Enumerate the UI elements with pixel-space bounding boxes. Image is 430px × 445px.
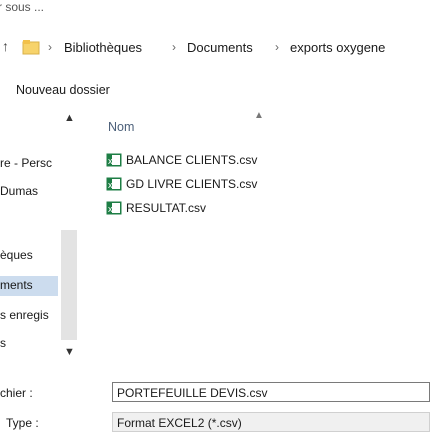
svg-text:x: x	[108, 156, 113, 166]
file-item[interactable]: x RESULTAT.csv	[106, 200, 206, 218]
file-item[interactable]: x GD LIVRE CLIENTS.csv	[106, 176, 257, 194]
breadcrumb-bibliotheques[interactable]: Bibliothèques	[64, 40, 142, 55]
svg-text:x: x	[108, 204, 113, 214]
folder-icon	[22, 40, 40, 55]
breadcrumb-separator-icon: ›	[48, 40, 52, 54]
breadcrumb-documents[interactable]: Documents	[187, 40, 253, 55]
svg-text:x: x	[108, 180, 113, 190]
filetype-row: Type : Format EXCEL2 (*.csv)	[0, 412, 430, 434]
nav-item-documents[interactable]: ments	[0, 276, 58, 296]
file-name: BALANCE CLIENTS.csv	[126, 152, 258, 167]
csv-file-icon: x	[106, 153, 122, 167]
filename-row: chier : PORTEFEUILLE DEVIS.csv	[0, 382, 430, 404]
nav-item[interactable]: s	[0, 336, 6, 350]
filename-input[interactable]: PORTEFEUILLE DEVIS.csv	[112, 382, 430, 402]
nav-scrollbar[interactable]: ▲ ▼	[56, 112, 94, 360]
toolbar: Nouveau dossier	[0, 78, 430, 106]
nav-item[interactable]: s enregis	[0, 308, 49, 322]
nav-item[interactable]: èques	[0, 248, 33, 262]
column-header-name[interactable]: Nom	[108, 120, 134, 134]
up-arrow-icon[interactable]: ↑	[2, 38, 10, 54]
scroll-down-icon[interactable]: ▼	[64, 346, 75, 358]
breadcrumb-separator-icon: ›	[275, 40, 279, 54]
sort-ascending-icon: ▲	[254, 110, 264, 121]
scroll-up-icon[interactable]: ▲	[64, 112, 75, 124]
file-list: ▲ Nom x BALANCE CLIENTS.csv x GD LIVRE C…	[102, 108, 430, 368]
breadcrumb-exports-oxygene[interactable]: exports oxygene	[290, 40, 385, 55]
scrollbar-thumb[interactable]	[61, 230, 77, 340]
file-name: GD LIVRE CLIENTS.csv	[126, 176, 258, 191]
filetype-label: Type :	[6, 416, 39, 430]
file-name: RESULTAT.csv	[126, 200, 207, 215]
address-bar[interactable]: ↑ › Bibliothèques › Documents › exports …	[0, 34, 430, 64]
filetype-select[interactable]: Format EXCEL2 (*.csv)	[112, 412, 430, 432]
filename-label: chier :	[0, 386, 33, 400]
file-item[interactable]: x BALANCE CLIENTS.csv	[106, 152, 257, 170]
window-title: r sous ...	[0, 0, 45, 14]
csv-file-icon: x	[106, 177, 122, 191]
new-folder-button[interactable]: Nouveau dossier	[16, 83, 110, 97]
csv-file-icon: x	[106, 201, 122, 215]
nav-item[interactable]: Dumas	[0, 184, 38, 198]
nav-item[interactable]: re - Persc	[0, 156, 52, 170]
breadcrumb-separator-icon: ›	[172, 40, 176, 54]
